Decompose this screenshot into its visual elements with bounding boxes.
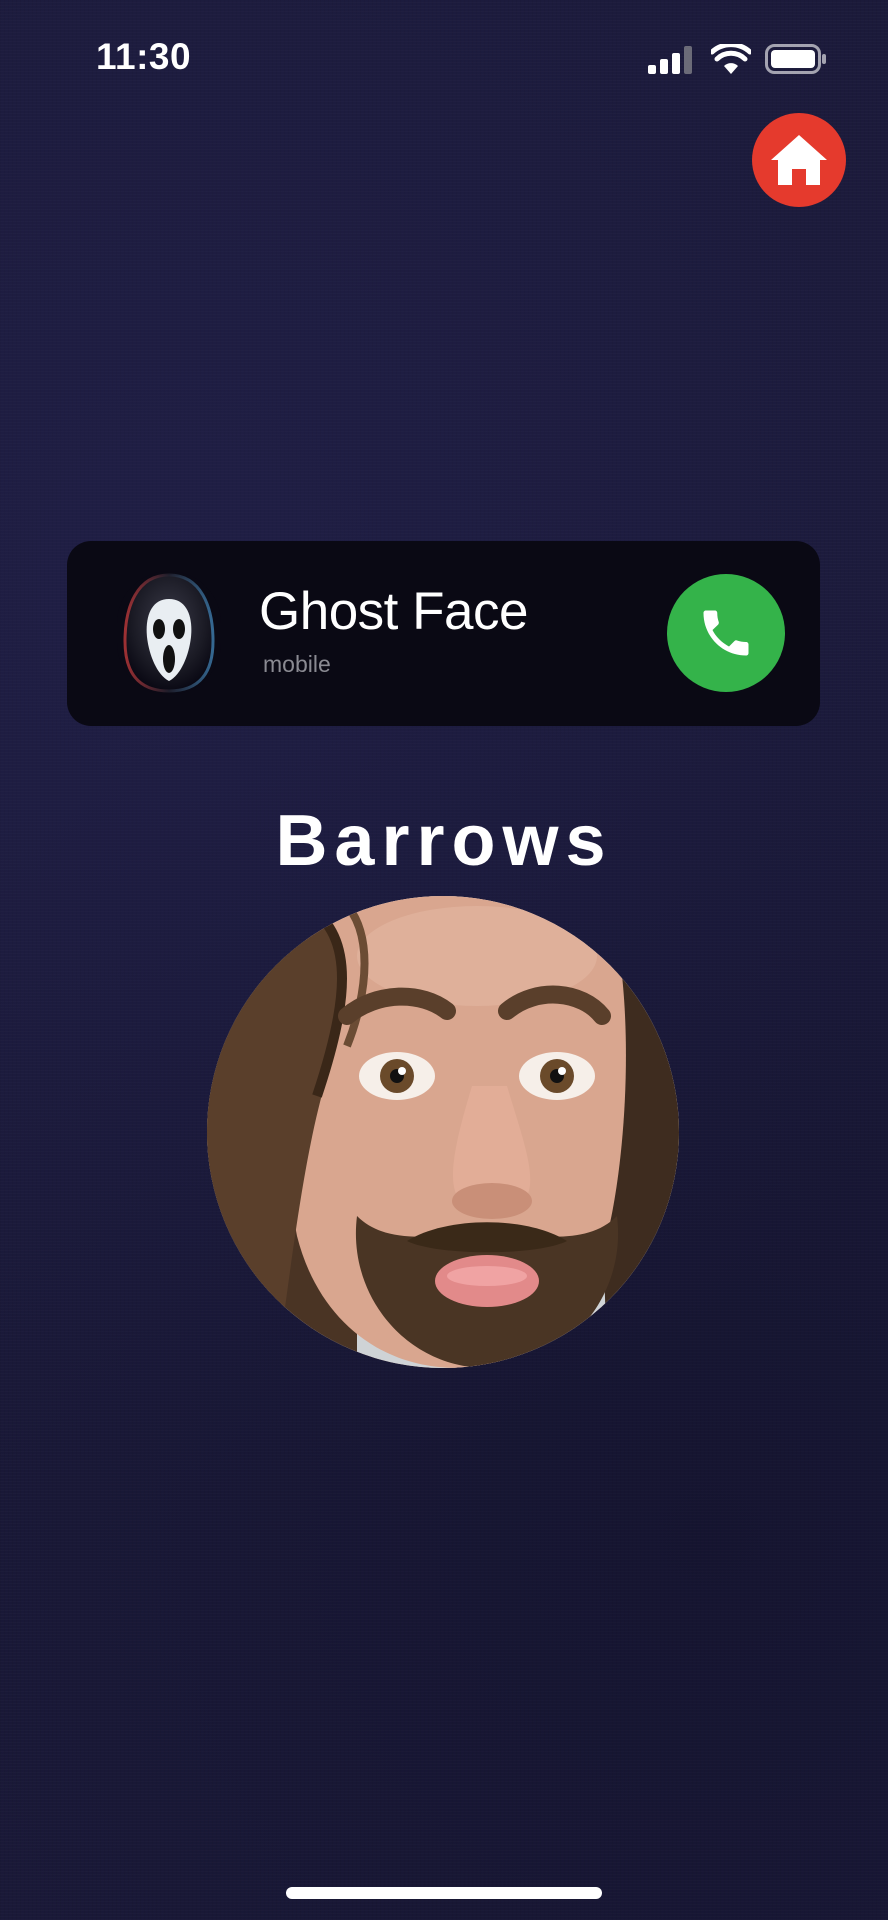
status-bar: 11:30 xyxy=(0,0,888,120)
contact-name: Barrows xyxy=(275,801,613,881)
status-time: 11:30 xyxy=(96,36,192,77)
battery-icon xyxy=(765,44,826,74)
ghostface-mask-avatar xyxy=(117,571,221,695)
answer-call-button[interactable] xyxy=(667,574,785,692)
home-indicator[interactable] xyxy=(286,1887,602,1899)
phone-icon xyxy=(703,610,749,656)
home-button[interactable] xyxy=(752,113,846,207)
caller-label: mobile xyxy=(263,651,331,677)
incoming-call-banner[interactable]: Ghost Face mobile xyxy=(67,541,820,726)
cellular-signal-icon xyxy=(648,46,692,74)
house-icon xyxy=(771,135,827,185)
wifi-icon xyxy=(711,44,751,74)
caller-name: Ghost Face xyxy=(259,582,528,641)
person-face-photo xyxy=(207,896,679,1368)
